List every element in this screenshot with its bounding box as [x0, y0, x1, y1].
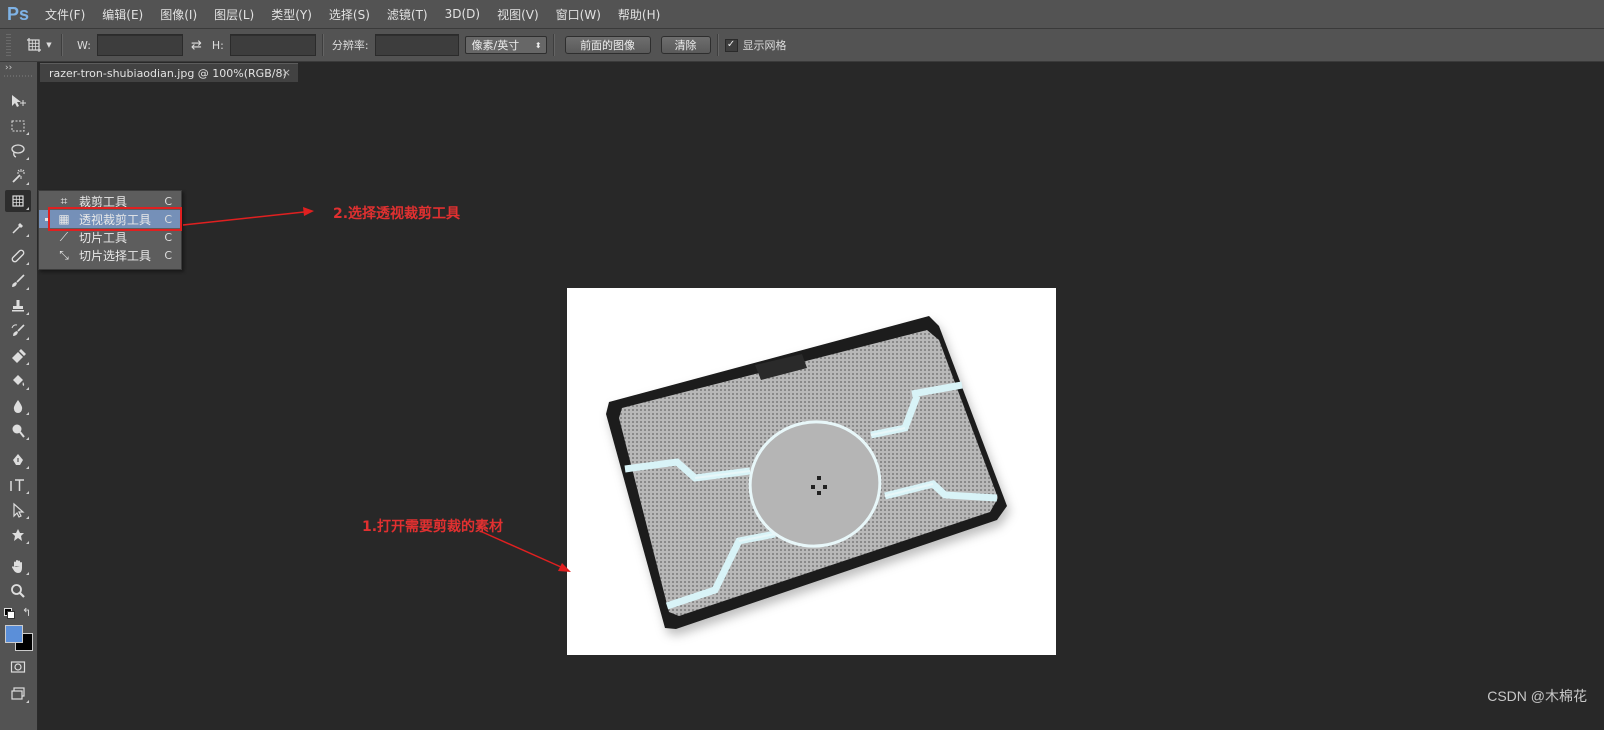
step1-arrow: [479, 530, 571, 572]
step2-arrow: [182, 207, 314, 226]
annotation-step2: 2.选择透视裁剪工具: [333, 206, 461, 222]
annotation-step1: 1.打开需要剪裁的素材: [362, 519, 504, 535]
annotation-arrows: [182, 207, 571, 572]
watermark: CSDN @木棉花: [1487, 688, 1587, 704]
